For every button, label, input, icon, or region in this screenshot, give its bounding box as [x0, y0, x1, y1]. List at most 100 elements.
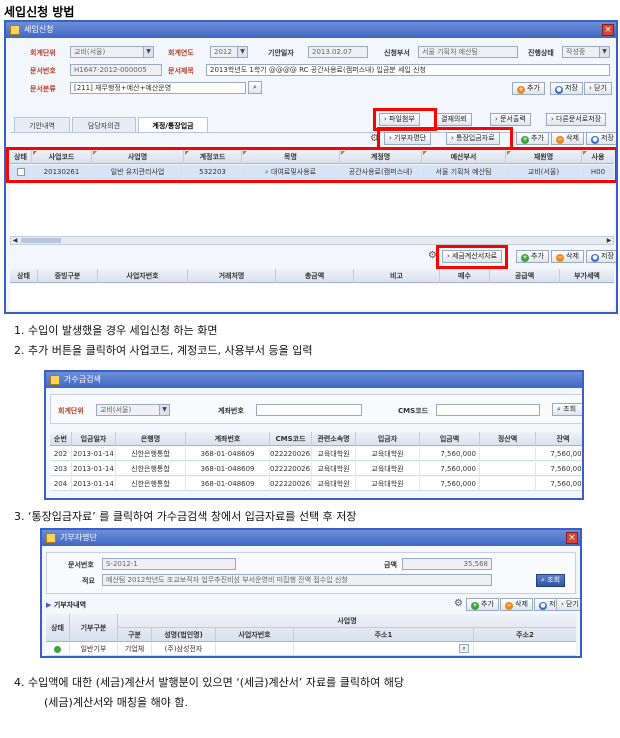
grid-add-button[interactable]: + 추가	[516, 132, 549, 145]
tab-draft[interactable]: 기안내역	[14, 117, 70, 133]
grid-save-button[interactable]: ● 저장	[586, 132, 616, 145]
s-cell-cms: 0222200262	[270, 447, 312, 461]
s-cell-account: 368-01-048609	[186, 462, 270, 476]
table-row[interactable]: 일반기부 기업체 (주)삼성전자 ⌕	[46, 642, 576, 656]
save-icon: ●	[591, 254, 599, 262]
subject-field[interactable]: 2013학년도 1학기 @@@@ RC 공간사용료(캠퍼스내) 입금분 세입 신…	[206, 64, 610, 76]
s-cell-cms: 0222200262	[270, 477, 312, 491]
approval-label: 결재의뢰	[441, 115, 467, 123]
save-button[interactable]: ● 저장	[550, 82, 583, 95]
donor-titlebar[interactable]: 기부자명단 ×	[42, 530, 580, 546]
scroll-thumb[interactable]	[21, 238, 61, 243]
unit-select[interactable]: 교비(서울) ▼	[70, 46, 154, 58]
close-icon[interactable]: ×	[602, 24, 614, 36]
main-window-titlebar[interactable]: 세입신청 ×	[6, 22, 616, 38]
year-select[interactable]: 2012 ▼	[210, 46, 248, 58]
s-cell-settled	[480, 462, 536, 476]
main-window: 세입신청 × 회계단위 교비(서울) ▼ 회계연도 2012 ▼ 기안일자 2013…	[4, 20, 618, 314]
suspense-titlebar[interactable]: 가수금검색	[46, 372, 582, 388]
d-close-label: 닫기	[566, 600, 579, 608]
table-row[interactable]: 203 2013-01-14 신한은행통합 368-01-048609 02222002…	[50, 462, 582, 476]
tax-grid-header: 상태 증빙구분 사업자번호 거래처명 총금액 비고 매수 공급액 부가세액	[10, 269, 614, 283]
scol-settled: 정산액	[480, 432, 536, 446]
docno-field[interactable]: H1647-2012-000005	[70, 64, 162, 76]
s-cell-cms: 0222200262	[270, 462, 312, 476]
gear-icon[interactable]: ⚙	[454, 598, 463, 609]
scol-depositor: 입금자	[356, 432, 420, 446]
d-delete-button[interactable]: − 삭제	[500, 598, 533, 611]
search-icon[interactable]: ⌕	[248, 81, 262, 94]
window-icon	[10, 25, 20, 35]
d-cell-kind: 기업체	[118, 642, 152, 656]
other-save-button[interactable]: › 다른문서로저장	[546, 113, 607, 126]
window-icon	[50, 375, 60, 385]
chevron-down-icon: ▼	[143, 47, 153, 57]
class-field[interactable]: [211] 재무행정+예산+예산운영	[70, 82, 246, 94]
suspense-window: 가수금검색 회계단위 교비(서울) ▼ 계좌번호 CMS코드 ⌕ 조회 순번 입금…	[44, 370, 584, 500]
approval-button[interactable]: 결재의뢰	[436, 113, 472, 126]
table-row[interactable]: 202 2013-01-14 신한은행통합 368-01-048609 02222002…	[50, 447, 582, 461]
close-button[interactable]: › 닫기	[584, 82, 612, 95]
scroll-left-icon[interactable]: ◀	[11, 237, 19, 244]
dcol-status: 상태	[46, 614, 70, 642]
s-cell-bank: 신한은행통합	[116, 477, 186, 491]
scol-org: 관련소속명	[312, 432, 356, 446]
grid-empty-area	[10, 180, 614, 236]
plus-icon: +	[521, 136, 529, 144]
plus-icon: +	[521, 254, 529, 262]
s-cell-date: 2013-01-14	[72, 462, 116, 476]
s-cms-input[interactable]	[436, 404, 540, 416]
table-row[interactable]: 204 2013-01-14 신한은행통합 368-01-048609 02222002…	[50, 477, 582, 491]
main-window-title: 세입신청	[24, 25, 54, 34]
add-button[interactable]: + 추가	[512, 82, 545, 95]
grid-delete-button[interactable]: − 삭제	[551, 132, 584, 145]
highlight-tax	[436, 245, 508, 269]
add-label: 추가	[527, 84, 540, 92]
s-search-button[interactable]: ⌕ 조회	[552, 403, 582, 416]
horizontal-scrollbar[interactable]: ◀ ▶	[10, 236, 614, 245]
tcol-note: 비고	[354, 269, 440, 283]
tab-account[interactable]: 계정/통장입금	[138, 117, 208, 133]
s-cell-balance: 7,560,000	[536, 447, 582, 461]
tcol-vendor: 거래처명	[188, 269, 276, 283]
s-unit-select[interactable]: 교비(서울) ▼	[96, 404, 170, 416]
date-field[interactable]: 2013.02.07	[308, 46, 368, 58]
print-button[interactable]: › 문서출력	[490, 113, 531, 126]
d-amount-label: 금액	[384, 561, 397, 569]
search-icon[interactable]: ⌕	[459, 644, 469, 653]
d-add-label: 추가	[481, 600, 494, 608]
tax-add-label: 추가	[531, 252, 544, 260]
d-close-button[interactable]: › 닫기	[556, 598, 580, 611]
print-label: 문서출력	[500, 115, 526, 123]
d-cell-addr1[interactable]: ⌕	[294, 642, 474, 656]
d-search-label: 조회	[547, 576, 561, 584]
d-cell-name: (주)삼성전자	[152, 642, 216, 656]
tax-delete-button[interactable]: − 삭제	[551, 250, 584, 263]
d-add-button[interactable]: + 추가	[466, 598, 499, 611]
d-amount-field[interactable]: 35,568	[402, 558, 492, 570]
d-docno-field[interactable]: S-2012-1	[102, 558, 236, 570]
status-select[interactable]: 작성중 ▼	[562, 46, 610, 58]
dcol-group: 사업명	[118, 614, 576, 628]
close-icon[interactable]: ×	[566, 532, 578, 544]
s-cell-depositor: 교육대학원	[356, 477, 420, 491]
s-cell-amount: 7,560,000	[420, 447, 480, 461]
dept-field[interactable]: 서울 기획처 예산팀	[418, 46, 518, 58]
tax-save-button[interactable]: ● 저장	[586, 250, 616, 263]
tcol-status: 상태	[10, 269, 38, 283]
suspense-grid-header: 순번 입금일자 은행명 계좌번호 CMS코드 관련소속명 입금자 입금액 정산액…	[50, 432, 582, 446]
tax-add-button[interactable]: + 추가	[516, 250, 549, 263]
tax-grid-body	[10, 284, 614, 310]
s-cell-settled	[480, 477, 536, 491]
s-account-input[interactable]	[256, 404, 362, 416]
grid-add-label: 추가	[531, 134, 544, 142]
tab-opinion[interactable]: 담당자의견	[72, 117, 136, 133]
chevron-down-icon: ▼	[599, 47, 609, 57]
d-cell-addr2	[474, 642, 576, 656]
d-summary-field[interactable]: 예산팀 2012학년도 조교보직자 업무추진비성 부서운영비 미집행 잔액 접수…	[102, 574, 492, 586]
d-search-button[interactable]: ⌕ 조회	[536, 574, 566, 587]
scroll-right-icon[interactable]: ▶	[605, 237, 613, 244]
highlight-account-grid	[6, 147, 616, 183]
s-cell-settled	[480, 447, 536, 461]
save-icon: ●	[591, 136, 599, 144]
